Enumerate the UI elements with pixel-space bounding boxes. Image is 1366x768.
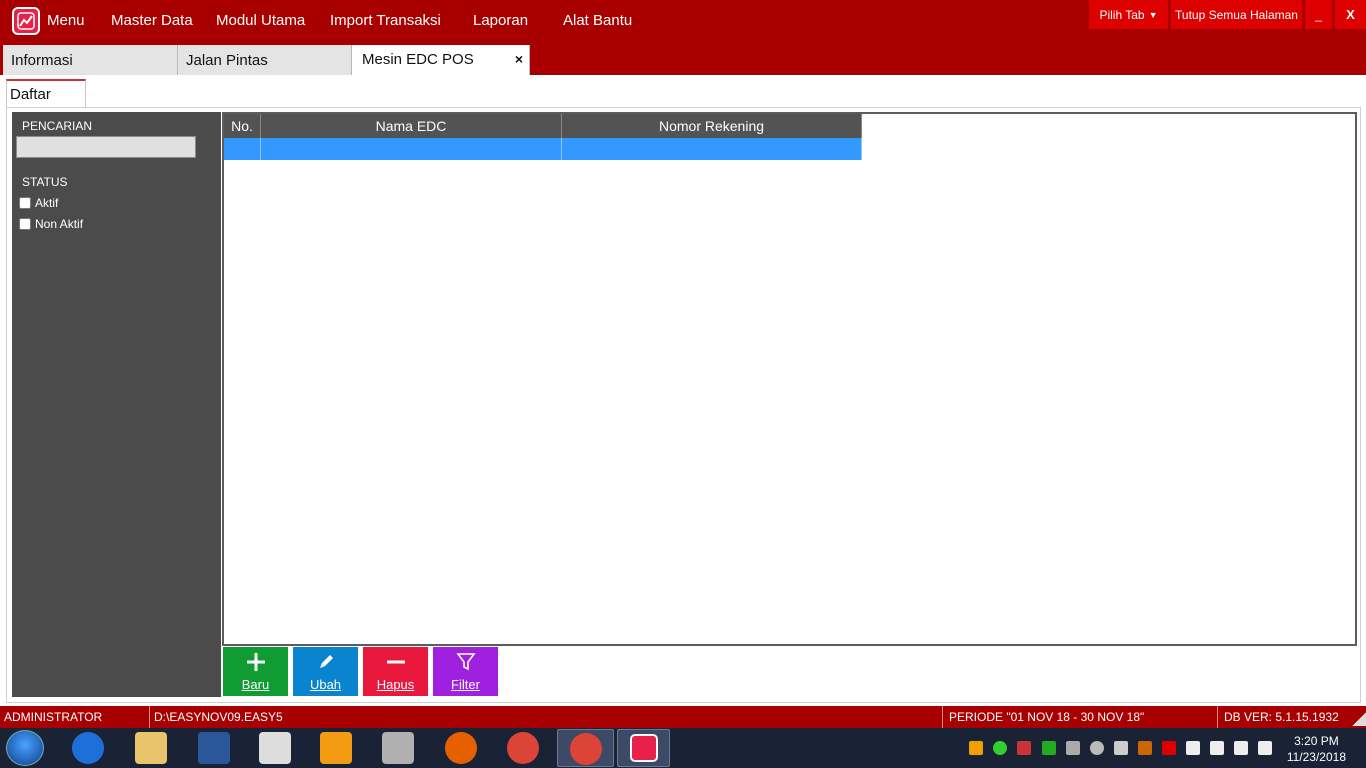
selected-row-cell-no[interactable] [224,138,261,160]
clock-time: 3:20 PM [1294,734,1339,748]
chrome-active-taskbar-button[interactable] [557,729,614,767]
signal-icon[interactable] [1258,741,1272,755]
media-player-classic-icon[interactable] [259,732,291,764]
pencil-icon [293,647,358,677]
tab-informasi[interactable]: Informasi [3,45,178,75]
hapus-label: Hapus [376,677,415,692]
tutup-semua-halaman-button[interactable]: Tutup Semua Halaman [1171,0,1302,29]
video-player-icon[interactable] [320,732,352,764]
menu-item-alat-bantu[interactable]: Alat Bantu [563,12,632,29]
plus-icon [223,647,288,677]
tray-utility-icon[interactable] [1066,741,1080,755]
filter-label: Filter [451,677,480,692]
tray-drive-icon[interactable] [1042,741,1056,755]
filter-button[interactable]: Filter [433,647,498,696]
file-explorer-icon[interactable] [135,732,167,764]
firefox-icon[interactable] [445,732,477,764]
tray-adobe-icon[interactable] [1162,741,1176,755]
easy-app-icon [630,734,658,762]
paint-icon[interactable] [382,732,414,764]
tray-refresh-icon[interactable] [993,741,1007,755]
minus-icon [363,647,428,677]
subtab-daftar[interactable]: Daftar [6,79,86,107]
ubah-label: Ubah [309,677,342,692]
tab-label: Jalan Pintas [186,52,268,69]
funnel-icon [433,647,498,677]
filter-sidebar: PENCARIAN STATUS Aktif Non Aktif [12,112,221,697]
baru-label: Baru [241,677,270,692]
tray-flag-icon[interactable] [1186,741,1200,755]
search-input[interactable] [16,136,196,158]
status-label: STATUS [22,175,68,189]
aktif-checkbox[interactable] [19,197,31,209]
menu-item-import-transaksi[interactable]: Import Transaksi [330,12,441,29]
status-bar: ADMINISTRATOR D:\EASYNOV09.EASY5 PERIODE… [0,706,1366,728]
app-logo-icon[interactable] [12,7,40,35]
windows-taskbar: 3:20 PM 11/23/2018 [0,728,1366,768]
easy-app-active-taskbar-button[interactable] [617,729,670,767]
menu-item-modul-utama[interactable]: Modul Utama [216,12,305,29]
chrome-icon[interactable] [507,732,539,764]
close-button[interactable]: X [1335,0,1366,29]
tab-jalan-pintas[interactable]: Jalan Pintas [178,45,352,75]
status-db-path: D:\EASYNOV09.EASY5 [150,706,943,728]
minimize-button[interactable]: _ [1305,0,1332,29]
caret-down-icon: ▼ [1148,9,1158,20]
selected-row-cell-nomor-rekening[interactable] [562,138,862,160]
aktif-label: Aktif [35,196,59,210]
status-db-version: DB VER: 5.1.15.1932 [1224,710,1339,724]
internet-explorer-icon[interactable] [72,732,104,764]
non-aktif-checkbox[interactable] [19,218,31,230]
baru-button[interactable]: Baru [223,647,288,696]
menu-item-master-data[interactable]: Master Data [111,12,193,29]
pilih-tab-label: Pilih Tab [1099,7,1145,22]
menu-item-laporan[interactable]: Laporan [473,12,528,29]
tray-bridge-icon[interactable] [1138,741,1152,755]
selected-row-cell-nama-edc[interactable] [261,138,562,160]
column-header-no[interactable]: No. [224,114,261,138]
resize-grip-icon[interactable] [1352,712,1366,726]
top-menu-bar: Menu Master Data Modul Utama Import Tran… [0,0,1366,45]
tab-label: Informasi [11,52,73,69]
pilih-tab-button[interactable]: Pilih Tab ▼ [1089,0,1168,29]
tab-label: Mesin EDC POS [362,51,474,68]
tray-chat-icon[interactable] [1090,741,1104,755]
tray-app-icon[interactable] [969,741,983,755]
microsoft-word-icon[interactable] [198,732,230,764]
hapus-button[interactable]: Hapus [363,647,428,696]
volume-icon[interactable] [1210,741,1224,755]
start-button[interactable] [6,730,44,766]
close-tab-icon[interactable]: × [515,51,523,67]
power-icon[interactable] [1234,741,1248,755]
tray-tool-icon[interactable] [1017,741,1031,755]
non-aktif-label: Non Aktif [35,217,84,231]
chrome-icon [570,733,602,765]
column-header-nama-edc[interactable]: Nama EDC [261,114,562,138]
tab-mesin-edc-pos[interactable]: Mesin EDC POS × [352,45,530,75]
status-aktif-option[interactable]: Aktif [19,196,58,210]
status-periode: PERIODE "01 NOV 18 - 30 NOV 18" [943,706,1218,728]
search-label: PENCARIAN [22,119,93,133]
column-header-nomor-rekening[interactable]: Nomor Rekening [562,114,862,138]
status-user: ADMINISTRATOR [0,706,150,728]
data-grid[interactable]: No. Nama EDC Nomor Rekening [222,112,1357,646]
tray-network-share-icon[interactable] [1114,741,1128,755]
tab-strip: Informasi Jalan Pintas Mesin EDC POS × [0,45,1366,75]
ubah-button[interactable]: Ubah [293,647,358,696]
clock-date: 11/23/2018 [1286,750,1346,764]
status-non-aktif-option[interactable]: Non Aktif [19,217,83,231]
system-clock[interactable]: 3:20 PM 11/23/2018 [1287,733,1346,765]
menu-item-menu[interactable]: Menu [47,12,85,29]
